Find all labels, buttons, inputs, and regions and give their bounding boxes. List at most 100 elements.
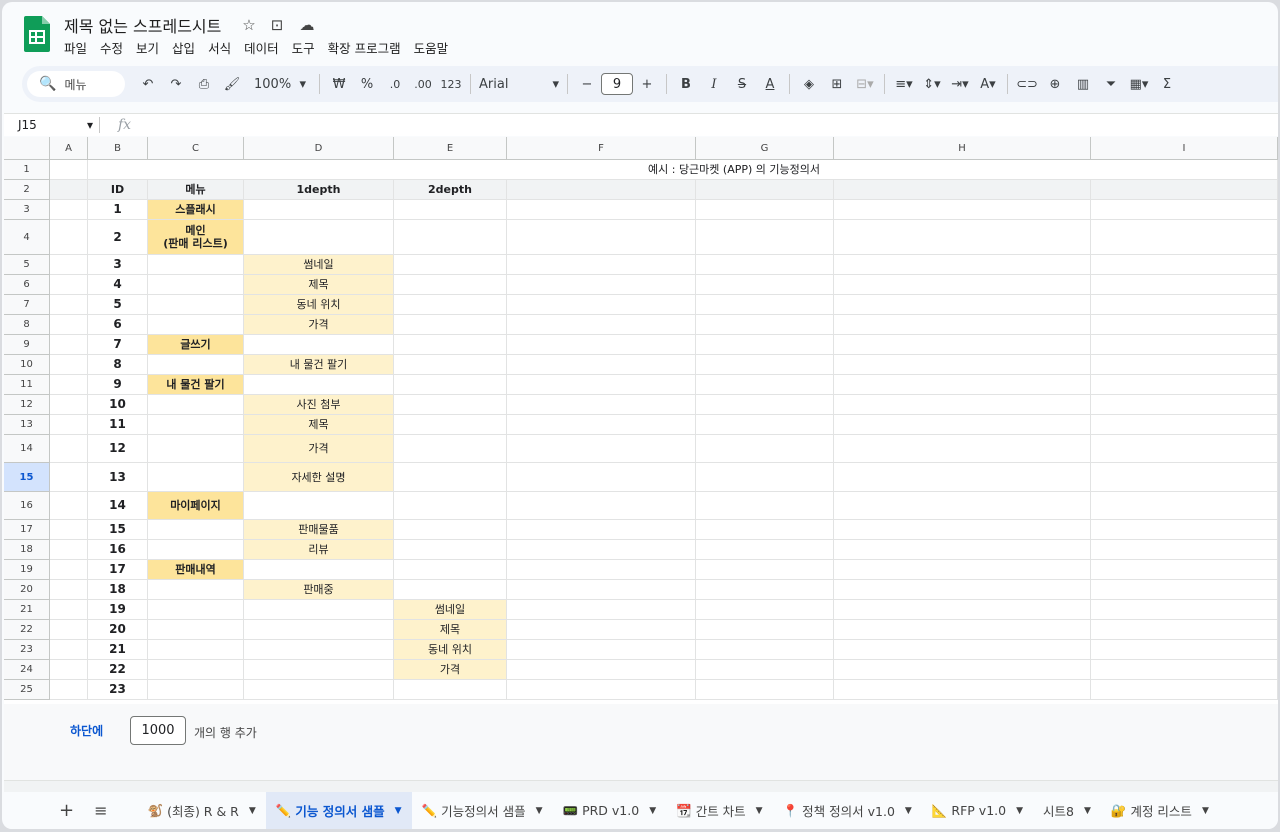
cell[interactable] — [696, 580, 834, 600]
cell[interactable] — [696, 680, 834, 700]
row-header[interactable]: 24 — [4, 660, 50, 680]
cell[interactable] — [50, 375, 88, 395]
chevron-down-icon[interactable]: ▼ — [905, 806, 912, 816]
cell[interactable] — [1091, 640, 1278, 660]
id-cell[interactable]: 19 — [88, 600, 148, 620]
column-header[interactable]: I — [1091, 137, 1278, 160]
row-header[interactable]: 18 — [4, 540, 50, 560]
cell[interactable] — [50, 200, 88, 220]
cell[interactable] — [507, 395, 696, 415]
id-cell[interactable]: 1 — [88, 200, 148, 220]
id-cell[interactable]: 13 — [88, 463, 148, 492]
cell[interactable] — [1091, 600, 1278, 620]
row-header[interactable]: 9 — [4, 335, 50, 355]
menu-cell[interactable] — [148, 680, 244, 700]
insert-link-icon[interactable]: ⊂⊃ — [1016, 71, 1038, 97]
depth2-cell[interactable]: 가격 — [394, 660, 507, 680]
row-header[interactable]: 2 — [4, 180, 50, 200]
bold-icon[interactable]: B — [675, 71, 697, 97]
id-cell[interactable]: 15 — [88, 520, 148, 540]
depth2-cell[interactable]: 제목 — [394, 620, 507, 640]
column-header[interactable]: D — [244, 137, 394, 160]
id-cell[interactable]: 21 — [88, 640, 148, 660]
depth2-cell[interactable] — [394, 375, 507, 395]
strikethrough-icon[interactable]: S — [731, 71, 753, 97]
cell[interactable] — [507, 660, 696, 680]
row-header[interactable]: 21 — [4, 600, 50, 620]
cell[interactable] — [696, 275, 834, 295]
cell[interactable] — [50, 295, 88, 315]
header-id[interactable]: ID — [88, 180, 148, 200]
sheet-tab[interactable]: 📆 간트 차트 ▼ — [666, 792, 772, 829]
menu-item[interactable]: 데이터 — [244, 38, 287, 57]
cell[interactable] — [1091, 660, 1278, 680]
row-header[interactable]: 11 — [4, 375, 50, 395]
chevron-down-icon[interactable]: ▼ — [536, 806, 543, 816]
column-header[interactable]: B — [88, 137, 148, 160]
cell[interactable] — [507, 335, 696, 355]
zoom-select[interactable]: 100% ▾ — [249, 71, 311, 97]
row-header[interactable]: 10 — [4, 355, 50, 375]
cell[interactable] — [50, 355, 88, 375]
depth1-cell[interactable]: 가격 — [244, 315, 394, 335]
depth2-cell[interactable] — [394, 200, 507, 220]
cell[interactable] — [696, 640, 834, 660]
cell[interactable] — [696, 600, 834, 620]
depth2-cell[interactable] — [394, 492, 507, 520]
text-color-icon[interactable]: A — [759, 71, 781, 97]
id-cell[interactable]: 10 — [88, 395, 148, 415]
cell[interactable] — [507, 620, 696, 640]
menu-item[interactable]: 도움말 — [414, 38, 457, 57]
cell[interactable] — [834, 255, 1091, 275]
id-cell[interactable]: 2 — [88, 220, 148, 255]
cell[interactable] — [50, 180, 88, 200]
cell[interactable] — [507, 463, 696, 492]
cell[interactable] — [834, 315, 1091, 335]
fill-color-icon[interactable]: ◈ — [798, 71, 820, 97]
chevron-down-icon[interactable]: ▼ — [1016, 806, 1023, 816]
cell[interactable] — [1091, 180, 1278, 200]
depth2-cell[interactable] — [394, 520, 507, 540]
cell[interactable] — [696, 492, 834, 520]
row-header[interactable]: 6 — [4, 275, 50, 295]
menu-cell[interactable] — [148, 395, 244, 415]
menu-cell[interactable] — [148, 580, 244, 600]
depth1-cell[interactable] — [244, 660, 394, 680]
menu-cell[interactable] — [148, 275, 244, 295]
depth1-cell[interactable] — [244, 335, 394, 355]
column-header[interactable]: G — [696, 137, 834, 160]
cell[interactable] — [834, 220, 1091, 255]
star-icon[interactable]: ☆ — [240, 16, 258, 34]
text-rotation-icon[interactable]: A▾ — [977, 71, 999, 97]
cell[interactable] — [834, 415, 1091, 435]
cell[interactable] — [50, 315, 88, 335]
cell[interactable] — [696, 315, 834, 335]
menu-cell[interactable] — [148, 463, 244, 492]
cell[interactable] — [507, 275, 696, 295]
cell[interactable] — [507, 200, 696, 220]
cell[interactable] — [507, 180, 696, 200]
cell[interactable] — [1091, 620, 1278, 640]
undo-icon[interactable]: ↶ — [137, 71, 159, 97]
menu-item[interactable]: 도구 — [292, 38, 323, 57]
row-header[interactable]: 4 — [4, 220, 50, 255]
cell[interactable] — [696, 463, 834, 492]
row-header[interactable]: 14 — [4, 435, 50, 463]
cell[interactable] — [50, 463, 88, 492]
menu-cell[interactable]: 글쓰기 — [148, 335, 244, 355]
decrease-decimal-button[interactable]: .0 — [384, 71, 406, 97]
depth1-cell[interactable] — [244, 220, 394, 255]
depth1-cell[interactable] — [244, 375, 394, 395]
cell[interactable] — [50, 560, 88, 580]
id-cell[interactable]: 16 — [88, 540, 148, 560]
depth1-cell[interactable]: 썸네일 — [244, 255, 394, 275]
row-header[interactable]: 8 — [4, 315, 50, 335]
id-cell[interactable]: 22 — [88, 660, 148, 680]
depth2-cell[interactable] — [394, 680, 507, 700]
cell[interactable] — [507, 540, 696, 560]
redo-icon[interactable]: ↷ — [165, 71, 187, 97]
row-header[interactable]: 17 — [4, 520, 50, 540]
cell[interactable] — [507, 355, 696, 375]
menu-cell[interactable] — [148, 295, 244, 315]
id-cell[interactable]: 5 — [88, 295, 148, 315]
